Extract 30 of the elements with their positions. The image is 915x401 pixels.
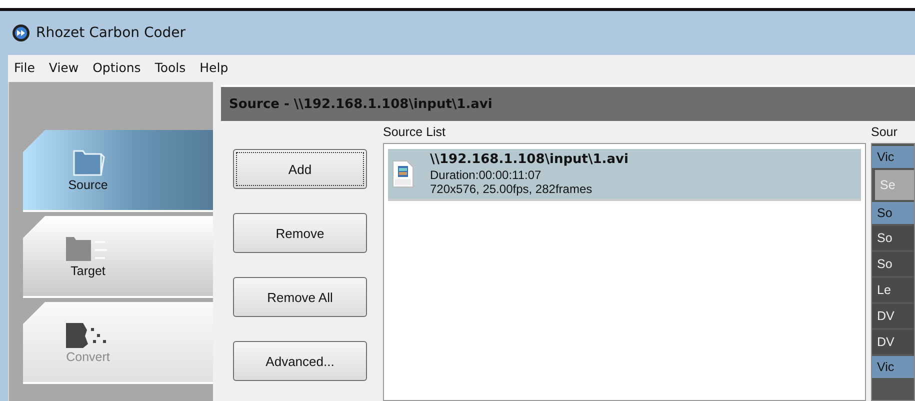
menu-item[interactable]: Options: [92, 60, 141, 75]
sidebar-tab[interactable]: Source: [23, 130, 213, 212]
action-button[interactable]: Add: [233, 149, 367, 189]
action-button[interactable]: Remove: [233, 213, 367, 253]
action-button[interactable]: Remove All: [233, 277, 367, 317]
sidebar-tab[interactable]: Target: [23, 216, 213, 298]
source-list-item[interactable]: \\192.168.1.108\input\1.avi Duration:00:00:11:07 720x576, 25.00fps, 282frames: [388, 149, 861, 201]
panel-label: Sour: [871, 125, 898, 141]
file-path: \\192.168.1.108\input\1.avi: [430, 152, 628, 168]
property-row[interactable]: So: [872, 202, 914, 224]
folder-icon: [71, 148, 105, 178]
file-info: 720x576, 25.00fps, 282frames: [430, 182, 594, 196]
property-row[interactable]: Vic: [872, 356, 914, 378]
action-button[interactable]: Advanced...: [233, 341, 367, 381]
avi-file-icon: [392, 160, 414, 188]
menu-item[interactable]: Tools: [154, 60, 186, 75]
property-row[interactable]: DV: [872, 330, 914, 354]
property-row[interactable]: DV: [872, 304, 914, 328]
property-row[interactable]: Le: [872, 278, 914, 302]
menu-item[interactable]: Help: [200, 60, 228, 75]
app-logo-icon: [12, 24, 30, 42]
page-header: Source - \\192.168.1.108\input\1.avi: [221, 85, 915, 121]
property-row[interactable]: Vic: [872, 146, 914, 168]
property-row[interactable]: So: [872, 252, 914, 276]
menu-item[interactable]: View: [48, 60, 79, 75]
window-title: Rhozet Carbon Coder: [36, 25, 186, 41]
file-duration: Duration:00:00:11:07: [430, 168, 542, 182]
menu-item[interactable]: File: [14, 60, 35, 75]
list-label: Source List: [383, 125, 447, 141]
property-row[interactable]: So: [872, 226, 914, 250]
